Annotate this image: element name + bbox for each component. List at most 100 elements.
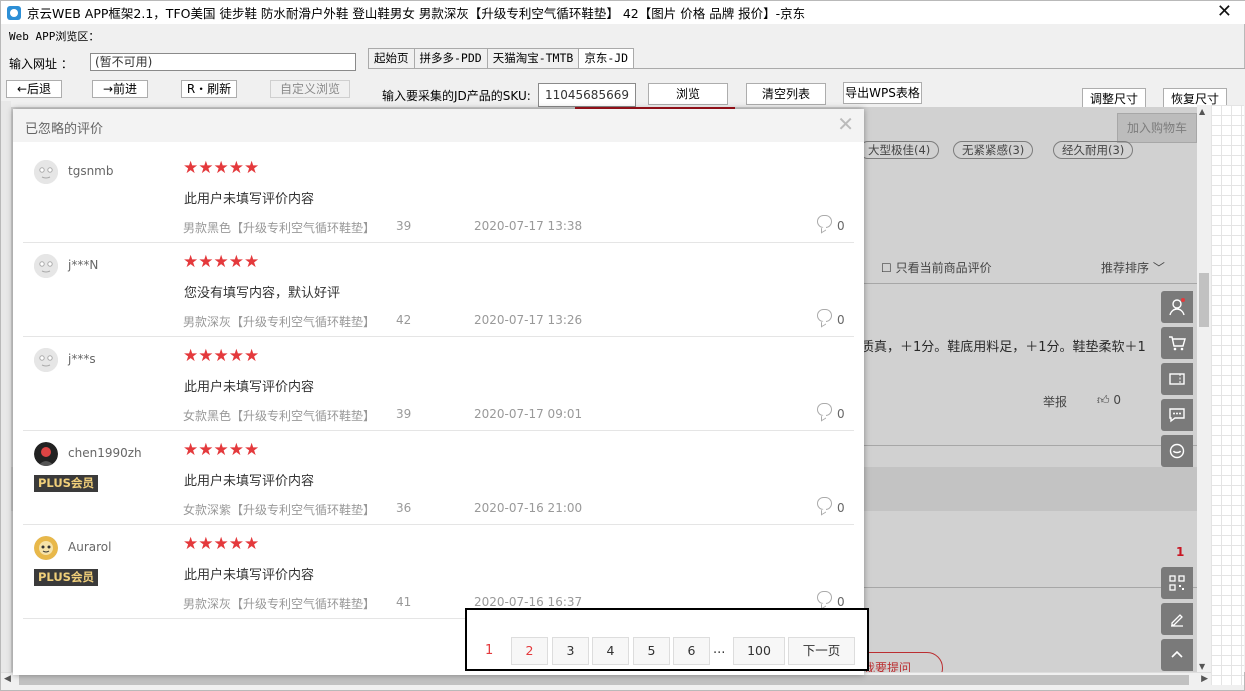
- star-rating: ★★★★★: [183, 346, 260, 366]
- avatar: [34, 254, 58, 278]
- product-size: 41: [396, 595, 412, 609]
- review-item: tgsnmb ★★★★★ 此用户未填写评价内容 男款黑色【升级专利空气循环鞋垫】…: [23, 149, 854, 243]
- scroll-up-icon[interactable]: ▲: [1199, 107, 1205, 116]
- page-current: 1: [485, 643, 494, 658]
- star-rating: ★★★★★: [183, 158, 260, 178]
- tab-jd[interactable]: 京东-JD: [578, 48, 635, 68]
- ignored-reviews-dialog: 已忽略的评价 ✕ tgsnmb ★★★★★ 此用户未填写评价内容 男款黑色【升级…: [13, 109, 864, 675]
- pagination: 1 2 3 4 5 6 ... 100 下一页: [465, 608, 869, 671]
- product-size: 39: [396, 219, 412, 233]
- close-icon[interactable]: ✕: [1217, 2, 1232, 22]
- plus-member-badge: PLUS会员: [34, 475, 98, 492]
- page-link[interactable]: 3: [552, 637, 589, 665]
- reply-count: 0: [837, 501, 845, 515]
- title-bar: 京云WEB APP框架2.1，TFO美国 徒步鞋 防水耐滑户外鞋 登山鞋男女 男…: [1, 1, 1245, 24]
- review-date: 2020-07-17 13:26: [474, 313, 583, 327]
- coupon-icon[interactable]: [1161, 363, 1193, 395]
- star-rating: ★★★★★: [183, 534, 260, 554]
- message-icon[interactable]: [1161, 399, 1193, 431]
- forward-button[interactable]: →前进: [92, 80, 148, 98]
- review-content: 您没有填写内容，默认好评: [184, 286, 341, 301]
- review-date: 2020-07-17 13:38: [474, 219, 583, 233]
- avatar: [34, 160, 58, 184]
- review-content: 此用户未填写评价内容: [184, 568, 315, 583]
- review-item: Aurarol PLUS会员 ★★★★★ 此用户未填写评价内容 男款深灰【升级专…: [23, 525, 854, 619]
- reply-count: 0: [837, 595, 845, 609]
- url-input[interactable]: (暂不可用): [90, 53, 356, 71]
- next-page-button[interactable]: 下一页: [788, 637, 855, 665]
- tab-bar: 起始页 拼多多-PDD 天猫淘宝-TMTB 京东-JD: [368, 48, 635, 68]
- review-date: 2020-07-17 09:01: [474, 407, 583, 421]
- browser-area-label: Web APP浏览区：: [9, 30, 100, 43]
- tab-pdd[interactable]: 拼多多-PDD: [413, 48, 488, 68]
- refresh-button[interactable]: R・刷新: [181, 80, 237, 98]
- product-variant: 男款深灰【升级专利空气循环鞋垫】: [183, 597, 376, 611]
- reply-count: 0: [837, 219, 845, 233]
- reviewer-name: j***s: [68, 352, 96, 366]
- page-link[interactable]: 6: [673, 637, 710, 665]
- app-icon: [7, 5, 21, 20]
- page-link-last[interactable]: 100: [733, 637, 785, 665]
- reviewer-name: j***N: [68, 258, 99, 272]
- product-variant: 女款深紫【升级专利空气循环鞋垫】: [183, 503, 376, 517]
- rail-badge: 1: [1176, 545, 1185, 559]
- review-content: 此用户未填写评价内容: [184, 192, 315, 207]
- clear-list-button[interactable]: 清空列表: [746, 83, 826, 105]
- product-variant: 男款深灰【升级专利空气循环鞋垫】: [183, 315, 376, 329]
- product-size: 39: [396, 407, 412, 421]
- star-rating: ★★★★★: [183, 440, 260, 460]
- dialog-header: 已忽略的评价 ✕: [13, 109, 864, 142]
- cart-icon[interactable]: [1161, 327, 1193, 359]
- reviewer-name: chen1990zh: [68, 446, 142, 460]
- tab-tmtb[interactable]: 天猫淘宝-TMTB: [486, 48, 580, 68]
- comment-icon[interactable]: [817, 591, 832, 604]
- page-link[interactable]: 5: [633, 637, 670, 665]
- left-strip: [1, 101, 11, 672]
- scroll-thumb[interactable]: [19, 675, 1189, 685]
- reviewer-name: tgsnmb: [68, 164, 114, 178]
- product-variant: 男款黑色【升级专利空气循环鞋垫】: [183, 221, 376, 235]
- back-to-top-icon[interactable]: [1161, 639, 1193, 671]
- scroll-thumb[interactable]: [1199, 273, 1209, 327]
- tab-start[interactable]: 起始页: [368, 48, 415, 68]
- app-window: 京云WEB APP框架2.1，TFO美国 徒步鞋 防水耐滑户外鞋 登山鞋男女 男…: [0, 0, 1245, 691]
- user-icon[interactable]: [1161, 291, 1193, 323]
- comment-icon[interactable]: [817, 309, 832, 322]
- review-item: j***s ★★★★★ 此用户未填写评价内容 女款黑色【升级专利空气循环鞋垫】 …: [23, 337, 854, 431]
- scroll-down-icon[interactable]: ▼: [1199, 662, 1205, 671]
- avatar: [34, 536, 58, 560]
- star-rating: ★★★★★: [183, 252, 260, 272]
- feedback-icon[interactable]: [1161, 603, 1193, 635]
- product-size: 42: [396, 313, 412, 327]
- page-link[interactable]: 4: [592, 637, 629, 665]
- reviewer-name: Aurarol: [68, 540, 112, 554]
- comment-icon[interactable]: [817, 215, 832, 228]
- review-content: 此用户未填写评价内容: [184, 474, 315, 489]
- window-title: 京云WEB APP框架2.1，TFO美国 徒步鞋 防水耐滑户外鞋 登山鞋男女 男…: [27, 6, 806, 21]
- browse-button[interactable]: 浏览: [648, 83, 728, 105]
- vertical-scrollbar[interactable]: ▲ ▼: [1197, 105, 1211, 673]
- review-date: 2020-07-16 21:00: [474, 501, 583, 515]
- avatar: [34, 442, 58, 466]
- plus-member-badge: PLUS会员: [34, 569, 98, 586]
- service-icon[interactable]: [1161, 435, 1193, 467]
- back-button[interactable]: ←后退: [6, 80, 62, 98]
- export-wps-button[interactable]: 导出WPS表格: [843, 82, 922, 104]
- product-size: 36: [396, 501, 412, 515]
- close-icon[interactable]: ✕: [837, 113, 854, 135]
- comment-icon[interactable]: [817, 403, 832, 416]
- review-date: 2020-07-16 16:37: [474, 595, 583, 609]
- qrcode-icon[interactable]: [1161, 567, 1193, 599]
- custom-browse-button[interactable]: 自定义浏览: [270, 80, 350, 98]
- scroll-left-icon[interactable]: ◀: [4, 674, 11, 684]
- comment-icon[interactable]: [817, 497, 832, 510]
- sku-input[interactable]: 11045685669: [538, 83, 636, 107]
- url-label: 输入网址 ：: [9, 57, 73, 71]
- sku-label: 输入要采集的JD产品的SKU:: [382, 89, 531, 103]
- scroll-right-icon[interactable]: ▶: [1201, 674, 1208, 684]
- reply-count: 0: [837, 407, 845, 421]
- review-item: j***N ★★★★★ 您没有填写内容，默认好评 男款深灰【升级专利空气循环鞋垫…: [23, 243, 854, 337]
- dialog-title: 已忽略的评价: [25, 122, 104, 137]
- page-link[interactable]: 2: [511, 637, 548, 665]
- product-variant: 女款黑色【升级专利空气循环鞋垫】: [183, 409, 376, 423]
